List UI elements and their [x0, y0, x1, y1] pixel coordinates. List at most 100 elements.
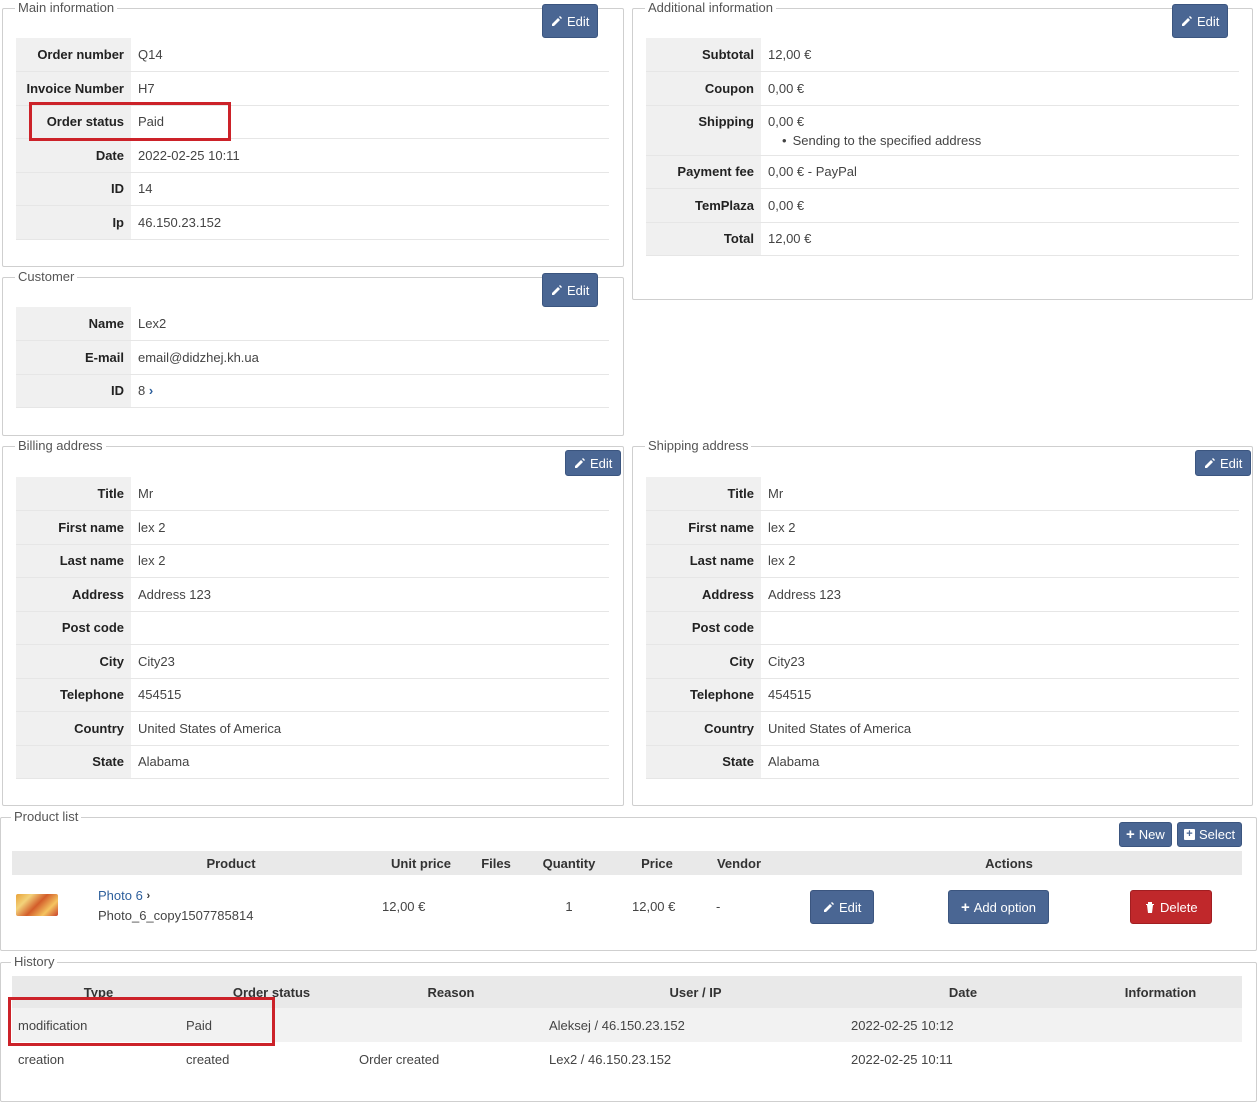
table-row: Post code — [16, 611, 609, 645]
shipping-country-value: United States of America — [761, 711, 1239, 746]
subtotal-label: Subtotal — [646, 38, 761, 72]
billing-title-value: Mr — [131, 477, 609, 511]
new-product-button[interactable]: + New — [1119, 822, 1172, 847]
table-row: modification Paid Aleksej / 46.150.23.15… — [12, 1008, 1242, 1042]
chevron-right-icon[interactable]: › — [146, 890, 150, 902]
table-row: Telephone 454515 — [16, 678, 609, 712]
edit-label: Edit — [590, 455, 613, 471]
history-legend: History — [11, 954, 58, 970]
billing-edit-button[interactable]: Edit — [565, 450, 622, 476]
billing-address-label: Address — [16, 577, 131, 612]
history-type: creation — [18, 1051, 65, 1067]
product-table: Product Unit price Files Quantity Price … — [12, 851, 1242, 937]
history-user: Aleksej / 46.150.23.152 — [549, 1017, 685, 1033]
product-thumbnail — [16, 893, 58, 916]
type-header: Type — [12, 976, 185, 1008]
plus-square-icon: + — [1184, 829, 1195, 840]
product-edit-button[interactable]: Edit — [810, 890, 875, 924]
customer-email-value: email@didzhej.kh.ua — [131, 340, 609, 375]
chevron-right-icon[interactable]: › — [149, 383, 153, 398]
customer-edit-button[interactable]: Edit — [542, 273, 599, 307]
product-thumb-cell — [12, 875, 86, 937]
table-row: City City23 — [16, 644, 609, 679]
actions-header: Actions — [776, 851, 1242, 875]
main-info-table: Order number Q14 Invoice Number H7 Order s… — [16, 38, 609, 240]
customer-id-cell: 8 › — [131, 374, 609, 408]
edit-label: Edit — [567, 13, 590, 29]
billing-telephone-value: 454515 — [131, 678, 609, 712]
pencil-icon — [824, 902, 834, 912]
table-row: Name Lex2 — [16, 307, 609, 341]
table-row: Title Mr — [16, 477, 609, 511]
reason-header: Reason — [358, 976, 544, 1008]
thumb-header — [12, 851, 86, 875]
shipping-address-value: Address 123 — [761, 577, 1239, 612]
shipping-state-value: Alabama — [761, 745, 1239, 779]
shipping-last-name-label: Last name — [646, 544, 761, 578]
table-row: Shipping 0,00 € Sending to the specified… — [646, 105, 1239, 156]
edit-label: Edit — [1220, 455, 1243, 471]
table-row: ID 8 › — [16, 374, 609, 408]
user-ip-header: User / IP — [544, 976, 847, 1008]
order-status-label: Order status — [16, 105, 131, 139]
ip-label: Ip — [16, 205, 131, 240]
quantity-value: 1 — [565, 898, 573, 914]
history-type: modification — [18, 1017, 88, 1033]
pencil-icon — [1182, 16, 1192, 26]
shipping-post-code-value — [761, 611, 1239, 645]
table-row: State Alabama — [646, 745, 1239, 779]
history-status: Paid — [186, 1017, 213, 1033]
add-option-button[interactable]: + Add option — [948, 890, 1049, 924]
table-header-row: Type Order status Reason User / IP Date … — [12, 976, 1242, 1008]
shipping-cell: 0,00 € Sending to the specified address — [761, 105, 1239, 156]
trash-icon — [1146, 902, 1154, 913]
table-row: creation created Order created Lex2 / 46… — [12, 1042, 1242, 1076]
id-value: 14 — [131, 172, 609, 206]
billing-last-name-label: Last name — [16, 544, 131, 578]
table-row: Total 12,00 € — [646, 222, 1239, 256]
ip-value: 46.150.23.152 — [131, 205, 609, 240]
product-name-link[interactable]: Photo 6 — [98, 888, 143, 903]
shipping-first-name-label: First name — [646, 510, 761, 545]
table-row: Address Address 123 — [16, 577, 609, 612]
product-list-legend: Product list — [11, 809, 82, 825]
coupon-label: Coupon — [646, 71, 761, 106]
billing-post-code-label: Post code — [16, 611, 131, 645]
delete-product-button[interactable]: Delete — [1130, 890, 1212, 924]
additional-info-edit-button[interactable]: Edit — [1172, 4, 1229, 38]
table-row: E-mail email@didzhej.kh.ua — [16, 340, 609, 375]
shipping-last-name-value: lex 2 — [761, 544, 1239, 578]
order-status-header: Order status — [185, 976, 358, 1008]
shipping-telephone-value: 454515 — [761, 678, 1239, 712]
additional-information-legend: Additional information — [645, 0, 777, 16]
history-date: 2022-02-25 10:11 — [851, 1051, 953, 1067]
shipping-table: Title Mr First name lex 2 Last name lex 2 A… — [646, 477, 1239, 779]
pencil-icon — [1205, 458, 1215, 468]
vendor-value: - — [716, 898, 721, 914]
shipping-address-legend: Shipping address — [645, 438, 752, 454]
billing-table: Title Mr First name lex 2 Last name lex 2 A… — [16, 477, 609, 779]
table-header-row: Product Unit price Files Quantity Price … — [12, 851, 1242, 875]
billing-city-label: City — [16, 644, 131, 679]
shipping-edit-button[interactable]: Edit — [1195, 450, 1252, 476]
pencil-icon — [575, 458, 585, 468]
table-row: Telephone 454515 — [646, 678, 1239, 712]
billing-country-label: Country — [16, 711, 131, 746]
shipping-title-value: Mr — [761, 477, 1239, 511]
id-label: ID — [16, 172, 131, 206]
plus-icon: + — [1126, 826, 1135, 843]
order-number-value: Q14 — [131, 38, 609, 72]
table-row: Order number Q14 — [16, 38, 609, 72]
history-reason: Order created — [359, 1051, 440, 1067]
history-status: created — [186, 1051, 230, 1067]
table-row: Post code — [646, 611, 1239, 645]
main-info-edit-button[interactable]: Edit — [542, 4, 599, 38]
select-product-button[interactable]: + Select — [1177, 822, 1243, 847]
product-code: Photo_6_copy1507785814 — [98, 908, 254, 923]
billing-address-value: Address 123 — [131, 577, 609, 612]
price-header: Price — [612, 851, 702, 875]
select-label: Select — [1199, 827, 1236, 842]
delete-label: Delete — [1160, 899, 1198, 915]
shipping-city-value: City23 — [761, 644, 1239, 679]
history-reason — [358, 1008, 544, 1042]
